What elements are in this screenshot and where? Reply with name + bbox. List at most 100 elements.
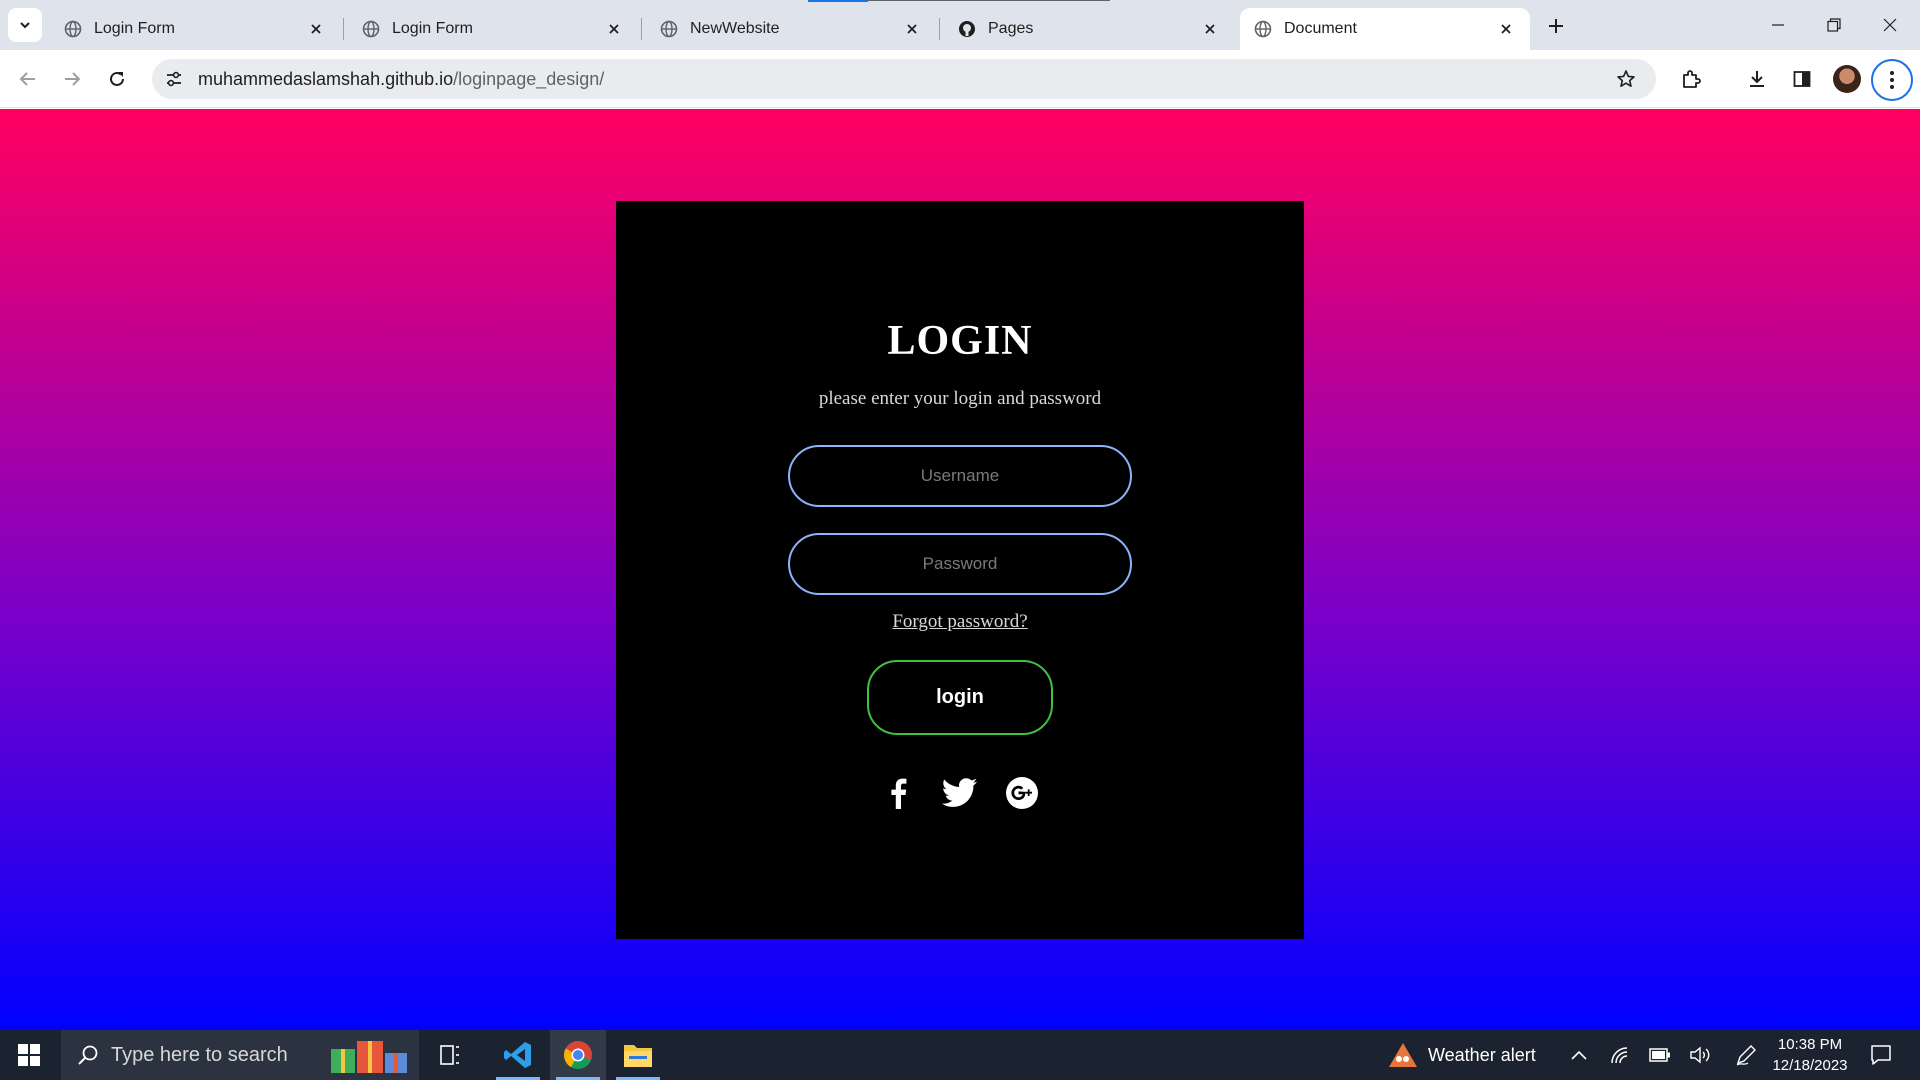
tab-title: Pages	[988, 20, 1034, 37]
show-hidden-icons-button[interactable]	[1567, 1030, 1591, 1080]
username-input[interactable]	[788, 445, 1132, 507]
task-view-icon	[440, 1045, 459, 1065]
close-icon[interactable]	[306, 19, 326, 39]
windows-logo-icon	[18, 1044, 40, 1066]
clock-time: 10:38 PM	[1777, 1036, 1843, 1053]
battery-button[interactable]	[1646, 1030, 1674, 1080]
restore-icon	[1827, 18, 1841, 32]
globe-icon	[362, 20, 380, 38]
tab-title: Document	[1284, 20, 1357, 37]
folder-icon	[624, 1045, 652, 1067]
forgot-password-link[interactable]: Forgot password?	[616, 611, 1304, 633]
side-panel-icon	[1793, 71, 1811, 87]
close-icon	[1883, 18, 1897, 32]
pen-workspace-button[interactable]	[1732, 1030, 1760, 1080]
address-bar[interactable]: muhammedaslamshah.github.io/loginpage_de…	[152, 59, 1656, 99]
chevron-up-icon	[1571, 1050, 1587, 1060]
url-text: muhammedaslamshah.github.io/loginpage_de…	[198, 69, 604, 90]
speaker-icon	[1690, 1046, 1710, 1064]
tab-loading-track	[868, 0, 1110, 1]
reload-icon	[110, 71, 124, 86]
plus-icon	[1549, 19, 1563, 33]
weather-alert-icon	[1389, 1043, 1417, 1067]
notifications-button[interactable]	[1864, 1030, 1898, 1080]
tab-document[interactable]: Document	[1240, 8, 1530, 50]
site-info-icon[interactable]	[156, 61, 192, 97]
taskbar-search-box[interactable]: Type here to search	[61, 1030, 419, 1080]
globe-icon	[1254, 20, 1272, 38]
taskbar-clock[interactable]: 10:38 PM 12/18/2023	[1768, 1034, 1852, 1076]
login-card: LOGIN please enter your login and passwo…	[616, 201, 1304, 939]
side-panel-button[interactable]	[1784, 61, 1820, 97]
url-domain: muhammedaslamshah.github.io	[198, 68, 454, 89]
clock-date: 12/18/2023	[1772, 1057, 1848, 1074]
minimize-icon	[1772, 24, 1784, 26]
github-icon	[959, 21, 975, 37]
close-window-button[interactable]	[1862, 0, 1918, 50]
restore-button[interactable]	[1806, 0, 1862, 50]
url-path: /loginpage_design/	[453, 68, 605, 89]
tab-search-button[interactable]	[8, 8, 42, 42]
minimize-button[interactable]	[1750, 0, 1806, 50]
taskbar-file-explorer[interactable]	[610, 1030, 666, 1080]
search-icon	[78, 1045, 98, 1065]
downloads-button[interactable]	[1739, 61, 1775, 97]
windows-taskbar: Type here to search Weather alert 10:38 …	[0, 1030, 1920, 1080]
facebook-icon[interactable]	[880, 775, 916, 811]
download-icon	[1750, 71, 1764, 87]
globe-icon	[64, 20, 82, 38]
reload-button[interactable]	[99, 61, 135, 97]
twitter-icon[interactable]	[942, 775, 978, 811]
notification-icon	[1871, 1045, 1891, 1065]
taskbar-chrome[interactable]	[550, 1030, 606, 1080]
login-button[interactable]: login	[867, 660, 1053, 735]
tab-separator	[641, 18, 642, 40]
new-tab-button[interactable]	[1542, 12, 1570, 40]
taskbar-vscode[interactable]	[490, 1030, 546, 1080]
gift-boxes-icon	[331, 1041, 407, 1073]
browser-menu-button[interactable]	[1871, 59, 1913, 101]
kebab-menu-icon	[1890, 71, 1894, 89]
profile-avatar[interactable]	[1833, 65, 1861, 93]
tab-title: NewWebsite	[690, 20, 780, 37]
tab-strip: Login Form Login Form NewWebsite Pages D…	[0, 0, 1920, 50]
volume-button[interactable]	[1686, 1030, 1714, 1080]
arrow-right-icon	[65, 72, 81, 86]
browser-toolbar: muhammedaslamshah.github.io/loginpage_de…	[0, 50, 1920, 108]
chevron-down-icon	[20, 22, 30, 29]
tab-separator	[343, 18, 344, 40]
close-icon[interactable]	[1200, 19, 1220, 39]
page-background: LOGIN please enter your login and passwo…	[0, 109, 1920, 1030]
start-button[interactable]	[0, 1030, 58, 1080]
forward-button[interactable]	[54, 61, 90, 97]
task-view-button[interactable]	[430, 1030, 470, 1080]
login-subtitle: please enter your login and password	[818, 388, 1102, 409]
tab-newwebsite[interactable]: NewWebsite	[646, 8, 936, 50]
forgot-password-label: Forgot password?	[892, 611, 1028, 632]
close-icon[interactable]	[604, 19, 624, 39]
google-plus-icon[interactable]	[1004, 775, 1040, 811]
chrome-icon	[563, 1041, 592, 1069]
tab-title: Login Form	[94, 20, 175, 37]
tab-pages[interactable]: Pages	[944, 8, 1234, 50]
close-icon[interactable]	[902, 19, 922, 39]
tab-login-form-1[interactable]: Login Form	[50, 8, 340, 50]
network-button[interactable]	[1606, 1030, 1634, 1080]
weather-widget[interactable]: Weather alert	[1388, 1030, 1538, 1080]
login-heading: LOGIN	[887, 318, 1033, 364]
back-button[interactable]	[10, 61, 46, 97]
password-input[interactable]	[788, 533, 1132, 595]
arrow-left-icon	[19, 72, 35, 86]
bookmark-star-icon[interactable]	[1608, 61, 1644, 97]
tab-separator	[939, 18, 940, 40]
tab-title: Login Form	[392, 20, 473, 37]
extensions-button[interactable]	[1673, 61, 1709, 97]
battery-icon	[1649, 1048, 1670, 1062]
taskbar-search-placeholder: Type here to search	[111, 1043, 288, 1066]
tab-login-form-2[interactable]: Login Form	[348, 8, 638, 50]
weather-label: Weather alert	[1428, 1044, 1536, 1065]
close-icon[interactable]	[1496, 19, 1516, 39]
globe-icon	[660, 20, 678, 38]
tab-loading-indicator	[808, 0, 868, 2]
network-icon	[1611, 1047, 1628, 1064]
